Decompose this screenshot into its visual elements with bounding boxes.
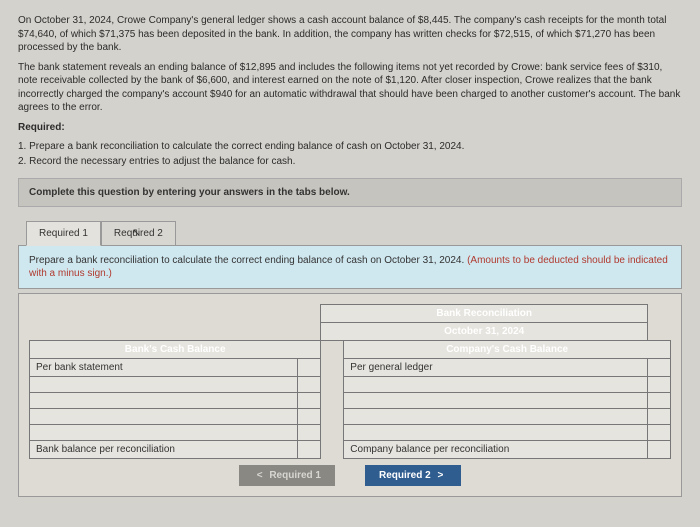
spacer [321,393,344,409]
company-adj-value-4[interactable] [648,425,671,441]
required-item-2: 2. Record the necessary entries to adjus… [18,155,682,169]
recon-title: Bank Reconciliation [321,305,648,323]
complete-instruction-bar: Complete this question by entering your … [18,178,682,207]
reconciliation-table: Bank Reconciliation October 31, 2024 Ban… [29,304,671,459]
per-bank-label: Per bank statement [30,359,298,377]
prev-button[interactable]: < Required 1 [239,465,335,486]
company-adj-value-3[interactable] [648,409,671,425]
bank-adj-value-2[interactable] [298,393,321,409]
spacer [648,323,671,341]
prev-label: Required 1 [269,470,321,481]
company-adj-label-3[interactable] [344,409,648,425]
spacer [321,359,344,377]
bank-balance-label: Bank balance per reconciliation [30,441,298,459]
table-row: Bank balance per reconciliation Company … [30,441,671,459]
company-adj-label-2[interactable] [344,393,648,409]
spacer [298,323,321,341]
chevron-left-icon: < [257,470,263,481]
bank-adj-value-4[interactable] [298,425,321,441]
tab-required-1[interactable]: Required 1 [26,221,101,246]
problem-paragraph-1: On October 31, 2024, Crowe Company's gen… [18,14,682,55]
company-balance-label: Company balance per reconciliation [344,441,648,459]
next-label: Required 2 [379,470,431,481]
bank-balance-value[interactable] [298,441,321,459]
reconciliation-worksheet: Bank Reconciliation October 31, 2024 Ban… [18,293,682,497]
table-row [30,409,671,425]
company-adj-value-2[interactable] [648,393,671,409]
per-ledger-input[interactable] [648,359,671,377]
problem-statement: On October 31, 2024, Crowe Company's gen… [18,14,682,168]
spacer [321,425,344,441]
company-balance-value[interactable] [648,441,671,459]
chevron-right-icon: > [437,470,443,481]
bank-adj-label-2[interactable] [30,393,298,409]
tab-strip: Required 1 Required 2 ↖ [26,221,682,246]
next-button[interactable]: Required 2 > [365,465,461,486]
tab-instruction: Prepare a bank reconciliation to calcula… [18,245,682,289]
per-bank-input[interactable] [298,359,321,377]
table-row [30,425,671,441]
spacer [321,377,344,393]
spacer [648,305,671,323]
required-heading: Required: [18,121,682,135]
nav-button-row: < Required 1 Required 2 > [29,465,671,486]
table-row [30,377,671,393]
per-ledger-label: Per general ledger [344,359,648,377]
page-container: On October 31, 2024, Crowe Company's gen… [0,0,700,527]
bank-adj-value-1[interactable] [298,377,321,393]
spacer [30,323,298,341]
tab-required-2[interactable]: Required 2 ↖ [101,221,176,246]
company-adj-label-4[interactable] [344,425,648,441]
bank-adj-label-1[interactable] [30,377,298,393]
table-row: Per bank statement Per general ledger [30,359,671,377]
spacer [30,305,298,323]
required-item-1: 1. Prepare a bank reconciliation to calc… [18,140,682,154]
problem-paragraph-2: The bank statement reveals an ending bal… [18,61,682,115]
spacer [321,409,344,425]
required-list: 1. Prepare a bank reconciliation to calc… [18,140,682,168]
company-adj-value-1[interactable] [648,377,671,393]
recon-date: October 31, 2024 [321,323,648,341]
instruction-main: Prepare a bank reconciliation to calcula… [29,255,467,266]
bank-header: Bank's Cash Balance [30,341,321,359]
bank-adj-label-4[interactable] [30,425,298,441]
company-header: Company's Cash Balance [344,341,671,359]
spacer [321,341,344,359]
spacer [321,441,344,459]
spacer [298,305,321,323]
tab-label-1: Required 1 [39,228,88,239]
table-row [30,393,671,409]
bank-adj-value-3[interactable] [298,409,321,425]
bank-adj-label-3[interactable] [30,409,298,425]
company-adj-label-1[interactable] [344,377,648,393]
tab-label-2: Required 2 [114,228,163,239]
